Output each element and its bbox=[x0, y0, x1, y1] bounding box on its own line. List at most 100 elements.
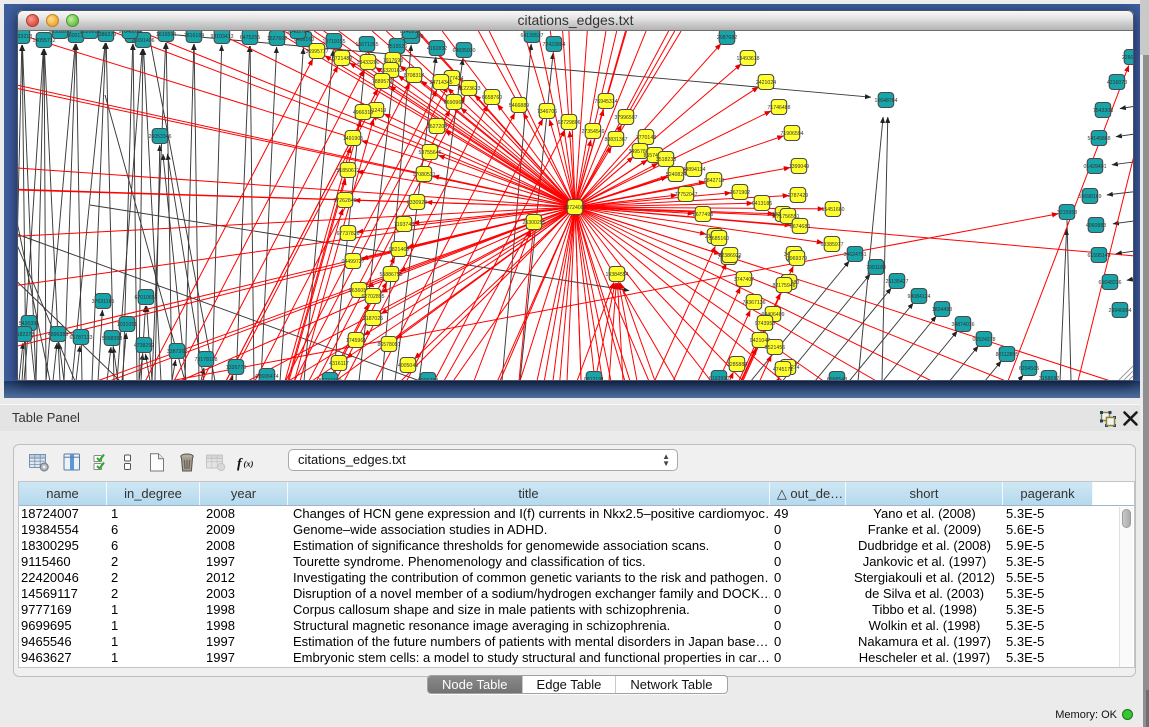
svg-text:0330923: 0330923 bbox=[407, 200, 427, 206]
svg-text:67010651: 67010651 bbox=[134, 295, 157, 301]
svg-text:3158692: 3158692 bbox=[1039, 376, 1059, 381]
svg-text:65648236: 65648236 bbox=[1098, 280, 1121, 286]
svg-text:3215958: 3215958 bbox=[1057, 210, 1077, 216]
svg-text:8677496: 8677496 bbox=[693, 212, 713, 218]
svg-text:15451680: 15451680 bbox=[821, 207, 844, 213]
svg-text:2787429: 2787429 bbox=[788, 193, 808, 199]
svg-text:37996507: 37996507 bbox=[614, 115, 637, 121]
svg-text:2087682: 2087682 bbox=[717, 35, 737, 41]
svg-text:25300255: 25300255 bbox=[522, 220, 545, 226]
svg-text:f: f bbox=[237, 457, 243, 472]
svg-text:64835030: 64835030 bbox=[452, 48, 475, 54]
svg-text:7187026: 7187026 bbox=[363, 316, 383, 322]
svg-text:6658760: 6658760 bbox=[482, 95, 502, 101]
svg-text:34624751: 34624751 bbox=[843, 252, 866, 258]
svg-text:7543303: 7543303 bbox=[1093, 108, 1113, 114]
svg-text:4192832: 4192832 bbox=[427, 46, 447, 52]
svg-text:3747407: 3747407 bbox=[734, 277, 754, 283]
svg-text:5240824: 5240824 bbox=[666, 172, 686, 178]
svg-text:7770143: 7770143 bbox=[636, 135, 656, 141]
svg-text:4216073: 4216073 bbox=[1107, 80, 1127, 86]
svg-text:0812191: 0812191 bbox=[584, 377, 604, 381]
svg-text:6475255: 6475255 bbox=[240, 35, 260, 41]
svg-text:1615594: 1615594 bbox=[156, 32, 176, 38]
svg-text:1326773: 1326773 bbox=[226, 365, 246, 371]
svg-text:01429401: 01429401 bbox=[1083, 164, 1106, 170]
svg-text:34714345: 34714345 bbox=[429, 80, 452, 86]
svg-text:55886753: 55886753 bbox=[379, 272, 402, 278]
svg-text:54145868: 54145868 bbox=[1087, 136, 1110, 142]
svg-text:80112805: 80112805 bbox=[996, 352, 1019, 358]
svg-text:55698169: 55698169 bbox=[1078, 194, 1101, 200]
svg-text:14055712: 14055712 bbox=[32, 38, 55, 44]
svg-text:3518233: 3518233 bbox=[656, 157, 676, 163]
svg-text:02606474: 02606474 bbox=[255, 374, 278, 380]
svg-text:2421024: 2421024 bbox=[756, 80, 776, 86]
svg-text:3685160: 3685160 bbox=[709, 236, 729, 242]
svg-text:1491905: 1491905 bbox=[343, 136, 363, 142]
svg-text:93103413: 93103413 bbox=[210, 34, 233, 40]
svg-text:1527602: 1527602 bbox=[267, 36, 287, 42]
svg-text:13493618: 13493618 bbox=[736, 56, 759, 62]
svg-text:7182278: 7182278 bbox=[17, 332, 34, 338]
svg-text:1627204: 1627204 bbox=[427, 124, 447, 130]
svg-text:9413186: 9413186 bbox=[752, 201, 772, 207]
svg-text:6690967: 6690967 bbox=[444, 100, 464, 106]
svg-text:19384554: 19384554 bbox=[605, 272, 628, 278]
svg-text:4005045: 4005045 bbox=[398, 363, 418, 369]
svg-text:1969379: 1969379 bbox=[787, 256, 807, 262]
svg-text:80831367: 80831367 bbox=[604, 137, 627, 143]
svg-text:7816184: 7816184 bbox=[184, 33, 204, 39]
svg-text:74367136: 74367136 bbox=[742, 300, 765, 306]
svg-text:51850671: 51850671 bbox=[336, 168, 359, 174]
svg-text:4060883: 4060883 bbox=[1086, 223, 1106, 229]
svg-text:7193745: 7193745 bbox=[394, 222, 414, 228]
svg-text:71906594: 71906594 bbox=[780, 131, 803, 137]
svg-text:6998543: 6998543 bbox=[827, 377, 847, 381]
svg-text:61595148: 61595148 bbox=[1087, 253, 1110, 259]
svg-text:86578091: 86578091 bbox=[377, 342, 400, 348]
svg-text:16671355: 16671355 bbox=[355, 42, 378, 48]
svg-text:10719155: 10719155 bbox=[322, 39, 345, 45]
svg-text:0433218: 0433218 bbox=[17, 34, 32, 40]
svg-text:73178108: 73178108 bbox=[194, 357, 217, 363]
svg-text:4738299: 4738299 bbox=[134, 343, 154, 349]
svg-text:36995777: 36995777 bbox=[305, 49, 328, 55]
svg-text:(x): (x) bbox=[244, 459, 254, 469]
svg-text:4896383: 4896383 bbox=[48, 332, 68, 338]
svg-text:37631165: 37631165 bbox=[92, 299, 115, 305]
svg-text:25135427: 25135427 bbox=[885, 279, 908, 285]
svg-text:17080531: 17080531 bbox=[412, 172, 435, 178]
svg-text:6193990: 6193990 bbox=[709, 376, 729, 381]
svg-text:96532871: 96532871 bbox=[48, 31, 71, 35]
svg-text:5466889: 5466889 bbox=[509, 103, 529, 109]
svg-text:87234309: 87234309 bbox=[318, 378, 341, 381]
svg-text:62729806: 62729806 bbox=[557, 120, 580, 126]
svg-text:53755646: 53755646 bbox=[418, 150, 441, 156]
svg-text:1745961: 1745961 bbox=[346, 338, 366, 344]
svg-text:62702895: 62702895 bbox=[361, 294, 384, 300]
svg-text:67737826: 67737826 bbox=[336, 231, 359, 237]
svg-text:98084124: 98084124 bbox=[907, 294, 930, 300]
svg-text:9821465: 9821465 bbox=[389, 247, 409, 253]
svg-text:76945314: 76945314 bbox=[594, 99, 617, 105]
svg-text:5098393: 5098393 bbox=[102, 336, 122, 342]
svg-text:7515526: 7515526 bbox=[387, 44, 407, 50]
svg-text:71746488: 71746488 bbox=[767, 105, 790, 111]
svg-text:77752047: 77752047 bbox=[674, 192, 697, 198]
svg-text:1671902: 1671902 bbox=[730, 190, 750, 196]
svg-text:81223623: 81223623 bbox=[457, 86, 480, 92]
svg-text:3285884: 3285884 bbox=[727, 362, 747, 368]
svg-text:9521456: 9521456 bbox=[765, 345, 785, 351]
svg-text:18724007: 18724007 bbox=[563, 205, 586, 211]
svg-text:1824493: 1824493 bbox=[932, 307, 952, 313]
svg-text:51462704: 51462704 bbox=[286, 31, 309, 35]
svg-text:00524278: 00524278 bbox=[972, 337, 995, 343]
svg-text:7889579: 7889579 bbox=[372, 79, 392, 85]
svg-text:62386922: 62386922 bbox=[718, 253, 741, 259]
svg-text:16648784: 16648784 bbox=[874, 98, 897, 104]
svg-text:4745171: 4745171 bbox=[773, 367, 793, 373]
svg-text:65787133: 65787133 bbox=[69, 335, 92, 341]
svg-text:8721489: 8721489 bbox=[332, 56, 352, 62]
svg-text:82175946: 82175946 bbox=[772, 283, 795, 289]
